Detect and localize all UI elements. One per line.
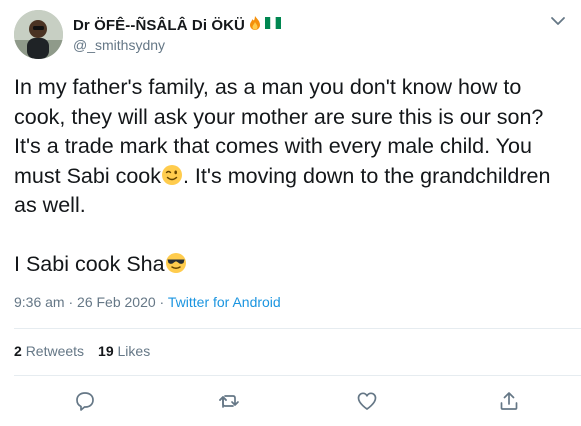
tweet-source-link[interactable]: Twitter for Android xyxy=(168,294,281,310)
likes-stat[interactable]: 19 Likes xyxy=(98,343,150,359)
heart-icon[interactable] xyxy=(355,389,379,413)
meta-separator: · xyxy=(155,294,168,310)
display-name-row[interactable]: Dr ÖFÊ--ÑSÂLÂ Di ÖKÜ xyxy=(73,15,281,35)
tweet-time[interactable]: 9:36 am xyxy=(14,294,65,310)
share-icon[interactable] xyxy=(497,389,521,413)
tweet-text: In my father's family, as a man you don'… xyxy=(14,73,574,280)
display-name[interactable]: Dr ÖFÊ--ÑSÂLÂ Di ÖKÜ xyxy=(73,17,245,34)
chevron-down-icon[interactable] xyxy=(549,14,567,28)
user-handle[interactable]: @_smithsydny xyxy=(73,37,165,53)
meta-separator: · xyxy=(64,294,78,310)
likes-label: Likes xyxy=(117,343,151,359)
sunglasses-face-icon xyxy=(165,252,187,274)
retweets-label: Retweets xyxy=(25,343,85,359)
avatar[interactable] xyxy=(14,10,63,59)
tweet: Dr ÖFÊ--ÑSÂLÂ Di ÖKÜ @_smithsydny In my … xyxy=(0,0,581,426)
tweet-paragraph-1: In my father's family, as a man you don'… xyxy=(14,73,574,221)
tweet-header: Dr ÖFÊ--ÑSÂLÂ Di ÖKÜ @_smithsydny xyxy=(14,10,569,60)
divider xyxy=(14,328,581,329)
tweet-actions xyxy=(0,389,581,415)
fire-icon xyxy=(247,15,263,36)
winking-face-icon xyxy=(161,164,183,186)
tweet-date[interactable]: 26 Feb 2020 xyxy=(77,294,156,310)
retweets-count: 2 xyxy=(14,343,22,359)
reply-icon[interactable] xyxy=(73,389,97,413)
tweet-meta: 9:36 am · 26 Feb 2020 · Twitter for Andr… xyxy=(14,294,281,310)
divider xyxy=(14,375,581,376)
tweet-text-part-3: I Sabi cook Sha xyxy=(14,252,165,276)
tweet-paragraph-2: I Sabi cook Sha xyxy=(14,250,574,280)
likes-count: 19 xyxy=(98,343,114,359)
tweet-stats: 2 Retweets 19 Likes xyxy=(14,343,150,359)
nigeria-flag-icon xyxy=(265,16,281,35)
retweets-stat[interactable]: 2 Retweets xyxy=(14,343,84,359)
retweet-icon[interactable] xyxy=(217,389,241,413)
